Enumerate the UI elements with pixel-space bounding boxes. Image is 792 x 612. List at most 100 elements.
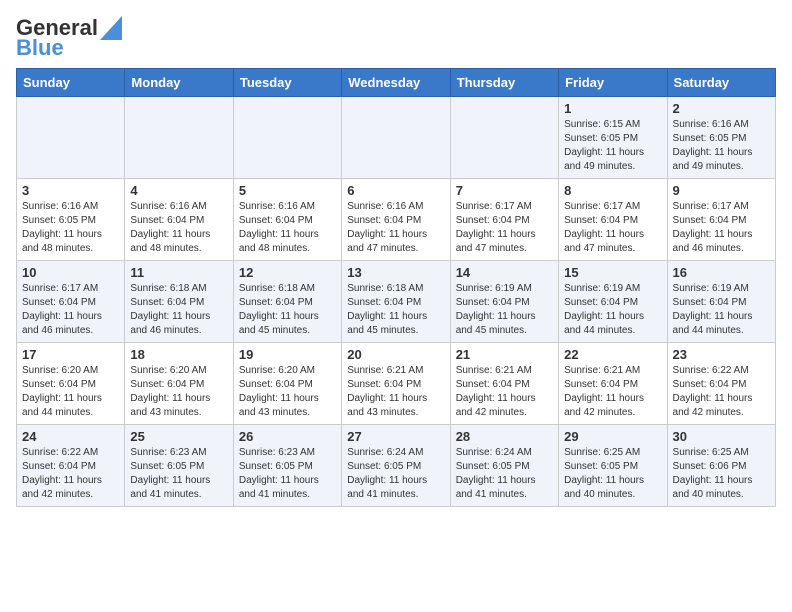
day-info: Sunrise: 6:23 AM Sunset: 6:05 PM Dayligh… <box>239 446 336 502</box>
day-cell <box>233 97 341 179</box>
day-number: 26 <box>239 429 336 444</box>
day-number: 14 <box>456 265 553 280</box>
day-cell: 4 Sunrise: 6:16 AM Sunset: 6:04 PM Daylig… <box>125 179 233 261</box>
day-number: 24 <box>22 429 119 444</box>
day-cell <box>450 97 558 179</box>
header-wednesday: Wednesday <box>342 69 450 97</box>
day-number: 22 <box>564 347 661 362</box>
day-cell: 1Sunrise: 6:15 AM Sunset: 6:05 PM Daylig… <box>559 97 667 179</box>
day-number: 7 <box>456 183 553 198</box>
day-number: 12 <box>239 265 336 280</box>
day-number: 29 <box>564 429 661 444</box>
day-cell: 9 Sunrise: 6:17 AM Sunset: 6:04 PM Daylig… <box>667 179 775 261</box>
day-info: Sunrise: 6:22 AM Sunset: 6:04 PM Dayligh… <box>673 364 770 420</box>
day-info: Sunrise: 6:16 AM Sunset: 6:05 PM Dayligh… <box>22 200 119 256</box>
day-cell: 13 Sunrise: 6:18 AM Sunset: 6:04 PM Dayli… <box>342 261 450 343</box>
day-info: Sunrise: 6:17 AM Sunset: 6:04 PM Dayligh… <box>564 200 661 256</box>
day-cell: 19Sunrise: 6:20 AM Sunset: 6:04 PM Dayli… <box>233 343 341 425</box>
day-number: 19 <box>239 347 336 362</box>
day-info: Sunrise: 6:22 AM Sunset: 6:04 PM Dayligh… <box>22 446 119 502</box>
day-cell: 7 Sunrise: 6:17 AM Sunset: 6:04 PM Daylig… <box>450 179 558 261</box>
header-saturday: Saturday <box>667 69 775 97</box>
day-info: Sunrise: 6:16 AM Sunset: 6:04 PM Dayligh… <box>347 200 444 256</box>
day-info: Sunrise: 6:17 AM Sunset: 6:04 PM Dayligh… <box>673 200 770 256</box>
day-number: 9 <box>673 183 770 198</box>
day-cell: 26 Sunrise: 6:23 AM Sunset: 6:05 PM Dayli… <box>233 425 341 507</box>
day-info: Sunrise: 6:16 AM Sunset: 6:05 PM Dayligh… <box>673 118 770 174</box>
day-cell: 3 Sunrise: 6:16 AM Sunset: 6:05 PM Daylig… <box>17 179 125 261</box>
day-cell: 27 Sunrise: 6:24 AM Sunset: 6:05 PM Dayli… <box>342 425 450 507</box>
day-cell: 5Sunrise: 6:16 AM Sunset: 6:04 PM Daylig… <box>233 179 341 261</box>
day-number: 23 <box>673 347 770 362</box>
day-number: 8 <box>564 183 661 198</box>
day-info: Sunrise: 6:19 AM Sunset: 6:04 PM Dayligh… <box>673 282 770 338</box>
day-number: 18 <box>130 347 227 362</box>
day-cell <box>17 97 125 179</box>
page-header: General Blue <box>16 16 776 60</box>
logo-icon <box>100 12 122 40</box>
day-number: 17 <box>22 347 119 362</box>
day-number: 20 <box>347 347 444 362</box>
day-info: Sunrise: 6:17 AM Sunset: 6:04 PM Dayligh… <box>22 282 119 338</box>
day-info: Sunrise: 6:20 AM Sunset: 6:04 PM Dayligh… <box>130 364 227 420</box>
day-cell: 14Sunrise: 6:19 AM Sunset: 6:04 PM Dayli… <box>450 261 558 343</box>
week-row-2: 3 Sunrise: 6:16 AM Sunset: 6:05 PM Daylig… <box>17 179 776 261</box>
week-row-1: 1Sunrise: 6:15 AM Sunset: 6:05 PM Daylig… <box>17 97 776 179</box>
day-cell <box>125 97 233 179</box>
header-monday: Monday <box>125 69 233 97</box>
day-info: Sunrise: 6:18 AM Sunset: 6:04 PM Dayligh… <box>347 282 444 338</box>
day-number: 2 <box>673 101 770 116</box>
day-cell: 16Sunrise: 6:19 AM Sunset: 6:04 PM Dayli… <box>667 261 775 343</box>
logo-text-line2: Blue <box>16 36 64 60</box>
day-cell: 18 Sunrise: 6:20 AM Sunset: 6:04 PM Dayli… <box>125 343 233 425</box>
day-info: Sunrise: 6:25 AM Sunset: 6:05 PM Dayligh… <box>564 446 661 502</box>
day-cell: 8 Sunrise: 6:17 AM Sunset: 6:04 PM Daylig… <box>559 179 667 261</box>
day-cell: 22 Sunrise: 6:21 AM Sunset: 6:04 PM Dayli… <box>559 343 667 425</box>
day-number: 11 <box>130 265 227 280</box>
logo: General Blue <box>16 16 122 60</box>
day-number: 3 <box>22 183 119 198</box>
day-info: Sunrise: 6:21 AM Sunset: 6:04 PM Dayligh… <box>347 364 444 420</box>
day-cell: 10Sunrise: 6:17 AM Sunset: 6:04 PM Dayli… <box>17 261 125 343</box>
day-cell: 12 Sunrise: 6:18 AM Sunset: 6:04 PM Dayli… <box>233 261 341 343</box>
header-sunday: Sunday <box>17 69 125 97</box>
day-info: Sunrise: 6:21 AM Sunset: 6:04 PM Dayligh… <box>564 364 661 420</box>
day-cell: 24 Sunrise: 6:22 AM Sunset: 6:04 PM Dayli… <box>17 425 125 507</box>
day-info: Sunrise: 6:18 AM Sunset: 6:04 PM Dayligh… <box>239 282 336 338</box>
day-info: Sunrise: 6:20 AM Sunset: 6:04 PM Dayligh… <box>22 364 119 420</box>
header-tuesday: Tuesday <box>233 69 341 97</box>
week-row-3: 10Sunrise: 6:17 AM Sunset: 6:04 PM Dayli… <box>17 261 776 343</box>
day-number: 27 <box>347 429 444 444</box>
day-info: Sunrise: 6:23 AM Sunset: 6:05 PM Dayligh… <box>130 446 227 502</box>
day-info: Sunrise: 6:24 AM Sunset: 6:05 PM Dayligh… <box>456 446 553 502</box>
day-number: 13 <box>347 265 444 280</box>
header-thursday: Thursday <box>450 69 558 97</box>
calendar-table: SundayMondayTuesdayWednesdayThursdayFrid… <box>16 68 776 507</box>
day-cell: 21Sunrise: 6:21 AM Sunset: 6:04 PM Dayli… <box>450 343 558 425</box>
day-info: Sunrise: 6:24 AM Sunset: 6:05 PM Dayligh… <box>347 446 444 502</box>
day-info: Sunrise: 6:21 AM Sunset: 6:04 PM Dayligh… <box>456 364 553 420</box>
week-row-4: 17 Sunrise: 6:20 AM Sunset: 6:04 PM Dayli… <box>17 343 776 425</box>
day-info: Sunrise: 6:17 AM Sunset: 6:04 PM Dayligh… <box>456 200 553 256</box>
day-cell: 29 Sunrise: 6:25 AM Sunset: 6:05 PM Dayli… <box>559 425 667 507</box>
day-info: Sunrise: 6:19 AM Sunset: 6:04 PM Dayligh… <box>564 282 661 338</box>
day-cell <box>342 97 450 179</box>
day-number: 28 <box>456 429 553 444</box>
header-friday: Friday <box>559 69 667 97</box>
week-row-5: 24 Sunrise: 6:22 AM Sunset: 6:04 PM Dayli… <box>17 425 776 507</box>
day-cell: 23 Sunrise: 6:22 AM Sunset: 6:04 PM Dayli… <box>667 343 775 425</box>
day-number: 15 <box>564 265 661 280</box>
day-number: 6 <box>347 183 444 198</box>
day-cell: 25Sunrise: 6:23 AM Sunset: 6:05 PM Dayli… <box>125 425 233 507</box>
day-cell: 11 Sunrise: 6:18 AM Sunset: 6:04 PM Dayli… <box>125 261 233 343</box>
day-number: 1 <box>564 101 661 116</box>
calendar-header-row: SundayMondayTuesdayWednesdayThursdayFrid… <box>17 69 776 97</box>
day-cell: 6 Sunrise: 6:16 AM Sunset: 6:04 PM Daylig… <box>342 179 450 261</box>
day-number: 30 <box>673 429 770 444</box>
day-cell: 17 Sunrise: 6:20 AM Sunset: 6:04 PM Dayli… <box>17 343 125 425</box>
day-info: Sunrise: 6:18 AM Sunset: 6:04 PM Dayligh… <box>130 282 227 338</box>
day-number: 5 <box>239 183 336 198</box>
day-info: Sunrise: 6:16 AM Sunset: 6:04 PM Dayligh… <box>130 200 227 256</box>
day-number: 4 <box>130 183 227 198</box>
day-cell: 30Sunrise: 6:25 AM Sunset: 6:06 PM Dayli… <box>667 425 775 507</box>
